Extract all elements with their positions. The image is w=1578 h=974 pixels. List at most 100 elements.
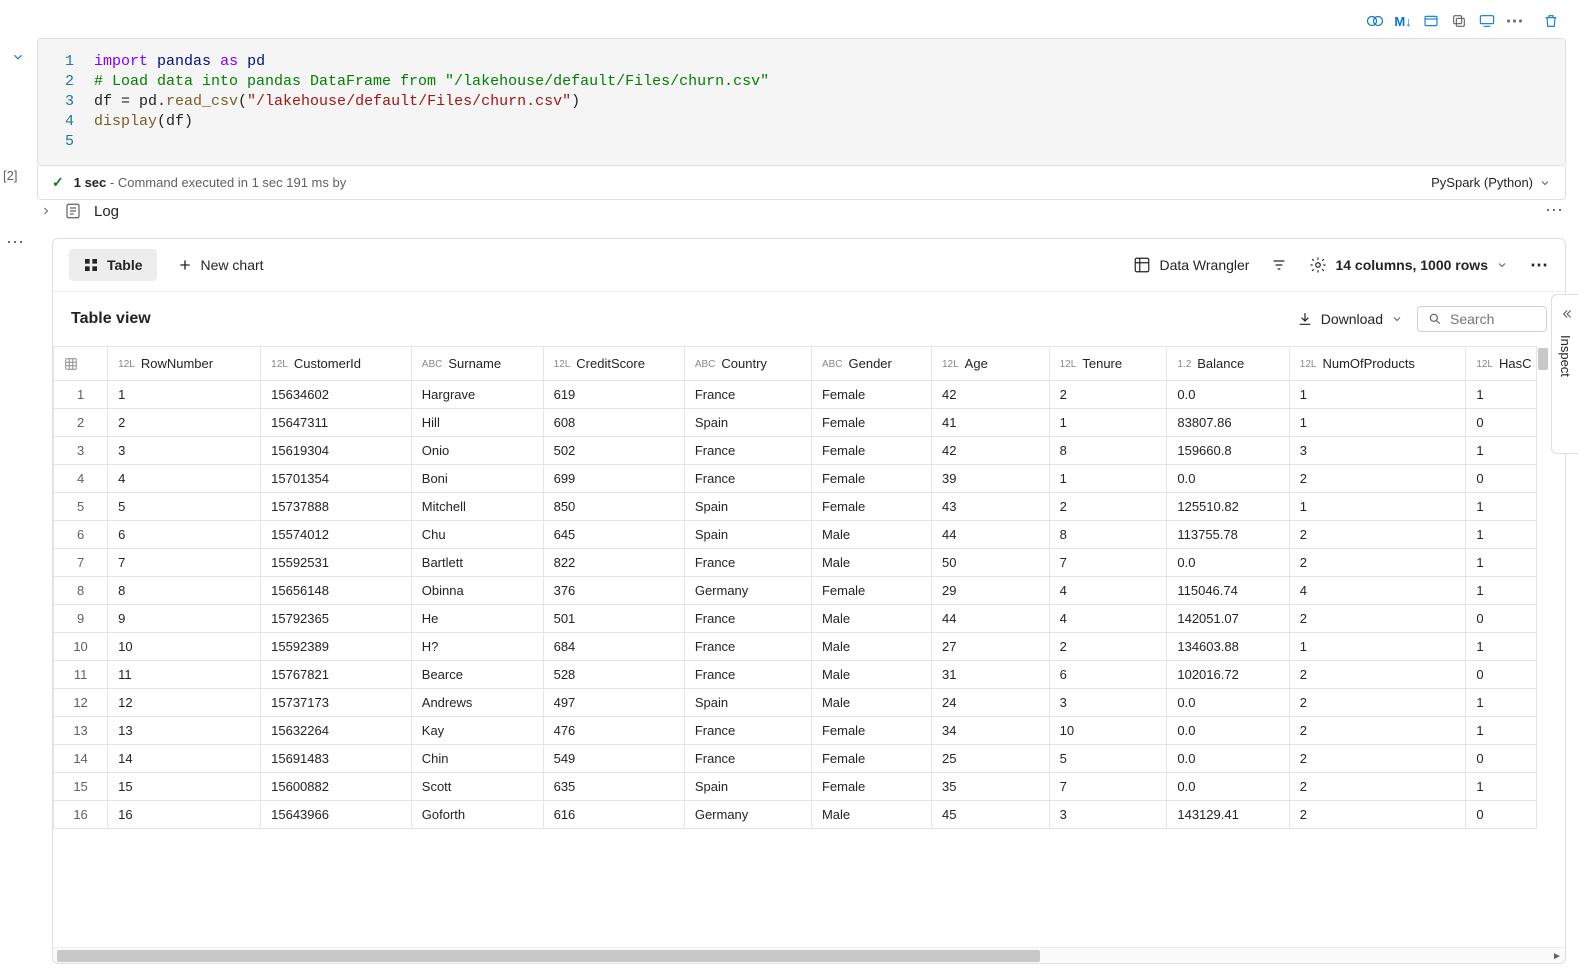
- table-row[interactable]: 6615574012Chu645SpainMale448113755.7821: [54, 521, 1537, 549]
- table-row[interactable]: 2215647311Hill608SpainFemale41183807.861…: [54, 409, 1537, 437]
- column-header[interactable]: 12LAge: [931, 347, 1049, 381]
- output-more-button[interactable]: ⋯: [1530, 255, 1549, 276]
- download-icon: [1297, 311, 1313, 327]
- cell: 15792365: [261, 605, 412, 633]
- collapse-cell-chevron[interactable]: [11, 50, 25, 64]
- cell: 50: [931, 549, 1049, 577]
- cell: 1: [1466, 437, 1537, 465]
- table-row[interactable]: 121215737173Andrews497SpainMale2430.021: [54, 689, 1537, 717]
- horizontal-scrollbar[interactable]: ◄ ►: [53, 947, 1565, 963]
- code-editor[interactable]: 1import pandas as pd 2# Load data into p…: [37, 38, 1566, 166]
- cell-side-menu[interactable]: ⋯: [6, 232, 25, 253]
- column-header[interactable]: 12LCreditScore: [543, 347, 684, 381]
- row-index: 11: [54, 661, 108, 689]
- table-row[interactable]: 111115767821Bearce528FranceMale316102016…: [54, 661, 1537, 689]
- cell: Female: [811, 745, 931, 773]
- cell: 27: [931, 633, 1049, 661]
- column-header[interactable]: 12LTenure: [1049, 347, 1167, 381]
- cell: 45: [931, 801, 1049, 829]
- inspect-panel-toggle[interactable]: Inspect: [1551, 294, 1578, 454]
- table-row[interactable]: 141415691483Chin549FranceFemale2550.020: [54, 745, 1537, 773]
- convert-markdown-button[interactable]: M↓: [1390, 8, 1416, 34]
- cell: 7: [1049, 773, 1167, 801]
- copilot-icon[interactable]: [1362, 8, 1388, 34]
- log-label: Log: [94, 203, 119, 220]
- row-index: 16: [54, 801, 108, 829]
- cell: France: [684, 465, 811, 493]
- table-row[interactable]: 131315632264Kay476FranceFemale34100.021: [54, 717, 1537, 745]
- log-section[interactable]: Log: [40, 196, 119, 226]
- cell: 15600882: [261, 773, 412, 801]
- copy-cell-button[interactable]: [1446, 8, 1472, 34]
- execution-status-bar: ✓ 1 sec - Command executed in 1 sec 191 …: [37, 166, 1566, 200]
- cell: 83807.86: [1167, 409, 1289, 437]
- table-row[interactable]: 3315619304Onio502FranceFemale428159660.8…: [54, 437, 1537, 465]
- toggle-output-button[interactable]: [1474, 8, 1500, 34]
- table-row[interactable]: 1115634602Hargrave619FranceFemale4220.01…: [54, 381, 1537, 409]
- search-field[interactable]: [1450, 311, 1530, 327]
- column-header[interactable]: 12LRowNumber: [108, 347, 261, 381]
- vertical-scrollbar-thumb[interactable]: [1538, 348, 1548, 370]
- scroll-right-arrow[interactable]: ►: [1549, 948, 1565, 964]
- cell: Chin: [411, 745, 543, 773]
- table-row[interactable]: 101015592389H?684FranceMale272134603.881…: [54, 633, 1537, 661]
- cell: 15767821: [261, 661, 412, 689]
- cell: Female: [811, 437, 931, 465]
- cell: 1: [1289, 633, 1466, 661]
- cell: Obinna: [411, 577, 543, 605]
- cell: Spain: [684, 409, 811, 437]
- search-input[interactable]: [1417, 306, 1547, 332]
- column-header[interactable]: 12LHasC: [1466, 347, 1537, 381]
- delete-cell-button[interactable]: [1538, 8, 1564, 34]
- cell: 11: [108, 661, 261, 689]
- cell: 1: [1289, 409, 1466, 437]
- tab-new-chart[interactable]: New chart: [163, 249, 278, 281]
- table-row[interactable]: 161615643966Goforth616GermanyMale4531431…: [54, 801, 1537, 829]
- cell-more-button[interactable]: ⋯: [1502, 8, 1528, 34]
- tab-table[interactable]: Table: [69, 249, 157, 281]
- table-row[interactable]: 5515737888Mitchell850SpainFemale43212551…: [54, 493, 1537, 521]
- cell: 635: [543, 773, 684, 801]
- cell: 4: [1049, 577, 1167, 605]
- scrollbar-thumb[interactable]: [57, 950, 1040, 962]
- freeze-cell-button[interactable]: [1418, 8, 1444, 34]
- cell: France: [684, 717, 811, 745]
- cell: 159660.8: [1167, 437, 1289, 465]
- table-row[interactable]: 9915792365He501FranceMale444142051.0720: [54, 605, 1537, 633]
- table-row[interactable]: 151515600882Scott635SpainFemale3570.021: [54, 773, 1537, 801]
- data-table[interactable]: 12LRowNumber12LCustomerIdABCSurname12LCr…: [53, 346, 1565, 947]
- row-index: 5: [54, 493, 108, 521]
- cell: 115046.74: [1167, 577, 1289, 605]
- data-wrangler-button[interactable]: Data Wrangler: [1133, 256, 1249, 274]
- column-header[interactable]: ABCGender: [811, 347, 931, 381]
- cell: 2: [1289, 773, 1466, 801]
- table-row[interactable]: 7715592531Bartlett822FranceMale5070.021: [54, 549, 1537, 577]
- cell: Female: [811, 577, 931, 605]
- cell-toolbar: M↓ ⋯: [1362, 8, 1564, 34]
- table-row[interactable]: 8815656148Obinna376GermanyFemale29411504…: [54, 577, 1537, 605]
- kernel-selector[interactable]: PySpark (Python): [1431, 175, 1551, 190]
- cell: Male: [811, 549, 931, 577]
- cell: Female: [811, 717, 931, 745]
- cell: 528: [543, 661, 684, 689]
- filter-button[interactable]: [1271, 257, 1287, 273]
- column-header[interactable]: 12LCustomerId: [261, 347, 412, 381]
- log-more-button[interactable]: ⋯: [1545, 200, 1564, 221]
- column-header[interactable]: 12LNumOfProducts: [1289, 347, 1466, 381]
- table-row[interactable]: 4415701354Boni699FranceFemale3910.020: [54, 465, 1537, 493]
- column-header[interactable]: ABCSurname: [411, 347, 543, 381]
- cell: 1: [1466, 717, 1537, 745]
- cell: 0: [1466, 745, 1537, 773]
- inspect-label: Inspect: [1558, 335, 1573, 377]
- columns-summary-button[interactable]: 14 columns, 1000 rows: [1309, 256, 1508, 274]
- cell: 2: [1289, 689, 1466, 717]
- download-button[interactable]: Download: [1297, 311, 1403, 327]
- column-header[interactable]: ABCCountry: [684, 347, 811, 381]
- cell: 8: [108, 577, 261, 605]
- row-index: 2: [54, 409, 108, 437]
- cell: Male: [811, 633, 931, 661]
- column-header[interactable]: 1.2Balance: [1167, 347, 1289, 381]
- cell: 1: [1466, 549, 1537, 577]
- cell: 15574012: [261, 521, 412, 549]
- table-view-title: Table view: [71, 310, 151, 328]
